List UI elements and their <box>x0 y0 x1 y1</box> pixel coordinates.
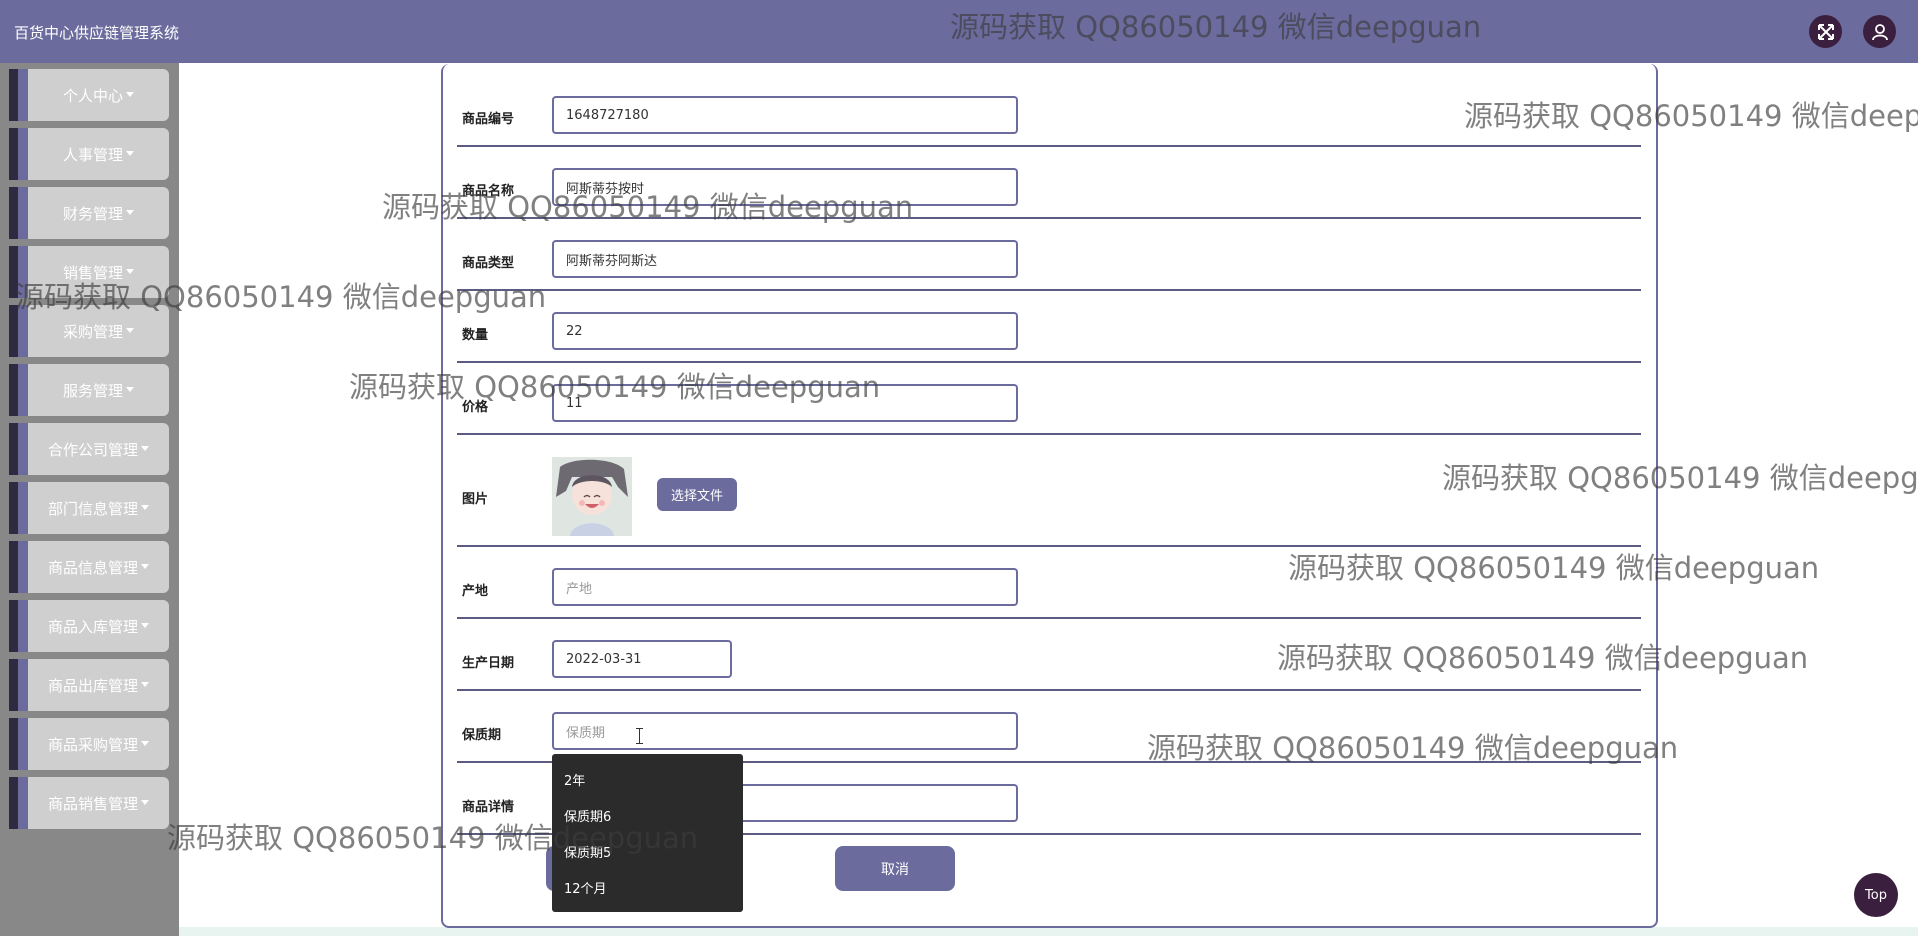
caret-down-icon <box>126 91 134 97</box>
sidebar-item-purchase[interactable]: 采购管理 <box>9 305 169 357</box>
cancel-button[interactable]: 取消 <box>835 846 955 891</box>
sidebar-item-product-purchase[interactable]: 商品采购管理 <box>9 718 169 770</box>
row-divider <box>457 545 1641 547</box>
production-date-label: 生产日期 <box>462 656 515 671</box>
caret-down-icon <box>141 445 149 451</box>
origin-label: 产地 <box>462 584 489 599</box>
shelf-life-dropdown: 2年 保质期6 保质期5 12个月 <box>552 754 743 912</box>
portrait-image <box>552 457 632 536</box>
text-cursor-icon <box>636 728 643 744</box>
row-divider <box>457 145 1641 147</box>
caret-down-icon <box>126 327 134 333</box>
sidebar-item-label: 商品信息管理 <box>47 558 138 577</box>
caret-down-icon <box>126 386 134 392</box>
sidebar-item-label: 财务管理 <box>62 204 123 223</box>
product-id-label: 商品编号 <box>462 112 515 127</box>
row-divider <box>457 289 1641 291</box>
product-id-input[interactable]: 1648727180 <box>552 96 1018 134</box>
sidebar-item-stock-in[interactable]: 商品入库管理 <box>9 600 169 652</box>
product-type-input[interactable]: 阿斯蒂芬阿斯达 <box>552 240 1018 278</box>
sidebar-item-label: 部门信息管理 <box>47 499 138 518</box>
caret-down-icon <box>141 740 149 746</box>
sidebar-item-label: 商品销售管理 <box>47 794 138 813</box>
dropdown-option[interactable]: 保质期6 <box>564 806 611 825</box>
origin-input[interactable]: 产地 <box>552 568 1018 606</box>
quantity-input[interactable]: 22 <box>552 312 1018 350</box>
product-name-label: 商品名称 <box>462 184 515 199</box>
app-title: 百货中心供应链管理系统 <box>14 24 180 42</box>
shelf-life-input[interactable]: 保质期 <box>552 712 1018 750</box>
footer-strip <box>179 927 1918 936</box>
details-label: 商品详情 <box>462 800 515 815</box>
sidebar-item-label: 销售管理 <box>62 263 123 282</box>
row-divider <box>457 361 1641 363</box>
image-label: 图片 <box>462 492 489 507</box>
sidebar-item-personal-center[interactable]: 个人中心 <box>9 69 169 121</box>
caret-down-icon <box>141 622 149 628</box>
sidebar-item-partner-company[interactable]: 合作公司管理 <box>9 423 169 475</box>
sidebar-item-label: 人事管理 <box>62 145 123 164</box>
sidebar-item-finance[interactable]: 财务管理 <box>9 187 169 239</box>
caret-down-icon <box>141 681 149 687</box>
sidebar-item-product-sales[interactable]: 商品销售管理 <box>9 777 169 829</box>
sidebar-item-sales[interactable]: 销售管理 <box>9 246 169 298</box>
dropdown-option[interactable]: 12个月 <box>564 878 607 897</box>
product-type-label: 商品类型 <box>462 256 515 271</box>
user-button[interactable] <box>1863 15 1896 48</box>
choose-file-button[interactable]: 选择文件 <box>657 478 737 511</box>
sidebar-item-label: 采购管理 <box>62 322 123 341</box>
product-name-input[interactable]: 阿斯蒂芬按时 <box>552 168 1018 206</box>
fullscreen-button[interactable] <box>1809 15 1842 48</box>
sidebar-item-stock-out[interactable]: 商品出库管理 <box>9 659 169 711</box>
row-divider <box>457 217 1641 219</box>
sidebar-item-department[interactable]: 部门信息管理 <box>9 482 169 534</box>
caret-down-icon <box>126 150 134 156</box>
caret-down-icon <box>141 563 149 569</box>
sidebar-item-service[interactable]: 服务管理 <box>9 364 169 416</box>
user-icon <box>1871 23 1888 40</box>
sidebar-item-label: 商品出库管理 <box>47 676 138 695</box>
caret-down-icon <box>126 209 134 215</box>
sidebar-item-label: 个人中心 <box>62 86 123 105</box>
price-label: 价格 <box>462 400 489 415</box>
sidebar-item-label: 合作公司管理 <box>47 440 138 459</box>
expand-arrows-icon <box>1817 23 1834 40</box>
row-divider <box>457 617 1641 619</box>
dropdown-option[interactable]: 2年 <box>564 770 585 789</box>
caret-down-icon <box>141 504 149 510</box>
sidebar: 个人中心 人事管理 财务管理 销售管理 采购管理 服务管理 合作公司管理 部门信… <box>0 63 179 936</box>
sidebar-item-label: 服务管理 <box>62 381 123 400</box>
caret-down-icon <box>141 799 149 805</box>
back-to-top-button[interactable]: Top <box>1854 873 1898 917</box>
shelf-life-label: 保质期 <box>462 728 502 743</box>
top-header: 百货中心供应链管理系统 <box>0 0 1918 63</box>
dropdown-option[interactable]: 保质期5 <box>564 842 611 861</box>
sidebar-item-product-info[interactable]: 商品信息管理 <box>9 541 169 593</box>
sidebar-item-label: 商品入库管理 <box>47 617 138 636</box>
product-image-thumbnail <box>552 457 632 536</box>
production-date-input[interactable]: 2022-03-31 <box>552 640 732 678</box>
quantity-label: 数量 <box>462 328 489 343</box>
row-divider <box>457 689 1641 691</box>
row-divider <box>457 433 1641 435</box>
caret-down-icon <box>126 268 134 274</box>
sidebar-item-hr[interactable]: 人事管理 <box>9 128 169 180</box>
sidebar-item-label: 商品采购管理 <box>47 735 138 754</box>
price-input[interactable]: 11 <box>552 384 1018 422</box>
